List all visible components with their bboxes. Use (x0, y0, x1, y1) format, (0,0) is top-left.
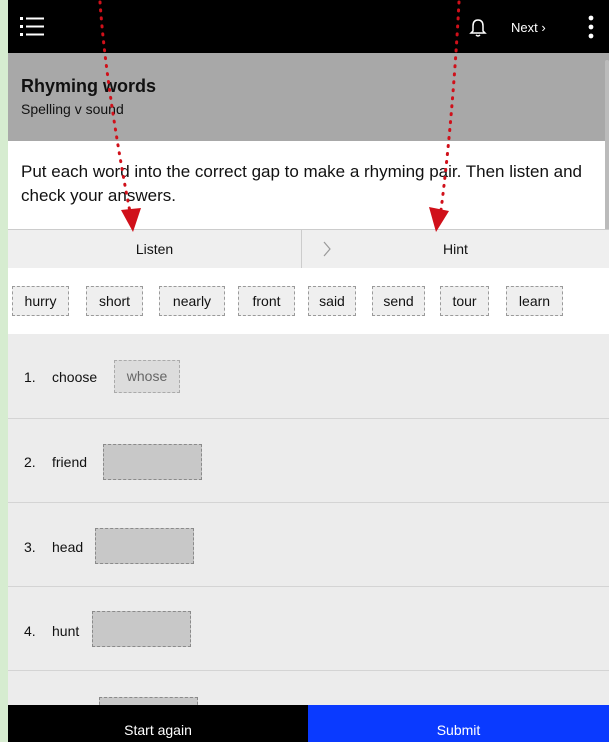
item-number: 1. (24, 369, 36, 385)
item-number: 2. (24, 454, 36, 470)
list-item: 3. head (8, 502, 609, 587)
page-title: Rhyming words (21, 76, 157, 96)
hint-label: Hint (443, 241, 468, 257)
app-frame: Next › Rhyming words Spelling v sound Pu… (8, 0, 609, 742)
listen-button[interactable]: Listen (8, 230, 302, 268)
action-tabs: Listen Hint (8, 229, 609, 269)
next-button[interactable]: Next › (511, 18, 546, 38)
answer-gap[interactable] (103, 444, 202, 480)
word-chip[interactable]: learn (506, 286, 563, 316)
item-word: head (52, 539, 84, 555)
page-subtitle: Spelling v sound (21, 101, 124, 117)
list-item: 2. friend (8, 418, 609, 503)
word-chip[interactable]: front (238, 286, 295, 316)
word-chip[interactable]: said (308, 286, 356, 316)
top-bar: Next › (8, 0, 609, 53)
answer-gap[interactable] (95, 528, 194, 564)
hint-button[interactable]: Hint (302, 230, 609, 268)
hamburger-list-icon[interactable] (20, 17, 44, 37)
word-chip[interactable]: nearly (159, 286, 225, 316)
footer-bar: Start again Submit (8, 705, 609, 742)
word-chip[interactable]: tour (440, 286, 489, 316)
word-bank: hurry short nearly front said send tour … (8, 268, 609, 334)
start-again-button[interactable]: Start again (8, 705, 308, 742)
item-word: hunt (52, 623, 80, 639)
list-item: 1. choose whose (8, 334, 609, 419)
activity-header: Rhyming words Spelling v sound (8, 53, 609, 141)
vertical-dots-icon[interactable] (587, 15, 595, 39)
bell-icon[interactable] (469, 18, 487, 38)
submit-button[interactable]: Submit (308, 705, 609, 742)
answer-gap[interactable] (92, 611, 191, 647)
item-word: choose (52, 369, 98, 385)
word-chip[interactable]: short (86, 286, 143, 316)
instructions-text: Put each word into the correct gap to ma… (21, 162, 582, 205)
item-number: 4. (24, 623, 36, 639)
list-item: 4. hunt (8, 586, 609, 671)
item-word: friend (52, 454, 88, 470)
word-chip[interactable]: hurry (12, 286, 69, 316)
word-chip[interactable]: send (372, 286, 425, 316)
chevron-right-icon (323, 241, 331, 257)
answer-gap[interactable]: whose (114, 360, 180, 393)
question-list: 1. choose whose 2. friend 3. head 4. hun… (8, 334, 609, 742)
item-number: 3. (24, 539, 36, 555)
